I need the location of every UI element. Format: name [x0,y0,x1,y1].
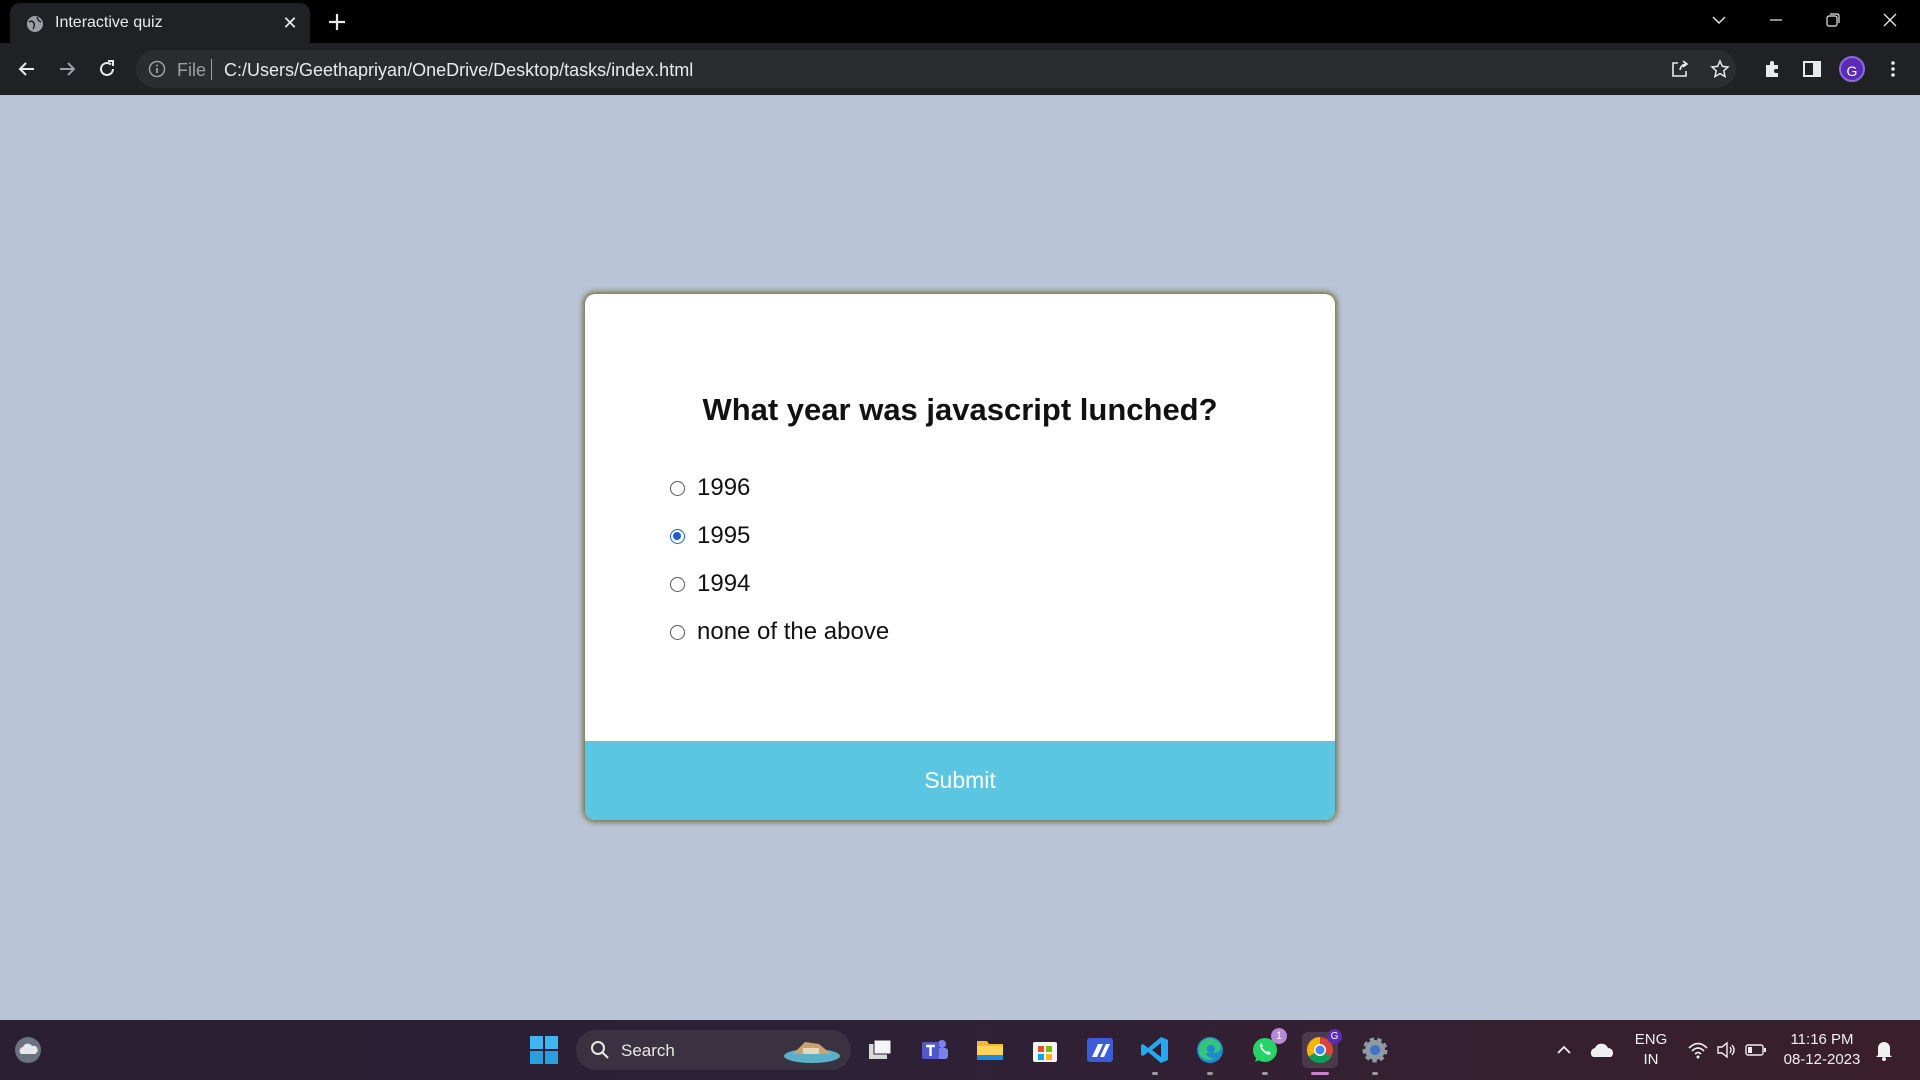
profile-badge: G [1327,1029,1342,1044]
globe-icon [27,16,43,32]
quiz-question: What year was javascript lunched? [702,392,1218,427]
notification-bell-icon[interactable] [1866,1032,1902,1068]
windows-taskbar: Search 1 G ENG IN 11:16 PM 08-12-2023 [0,1020,1920,1080]
minimize-icon[interactable] [1748,0,1804,40]
chrome-icon[interactable]: G [1302,1029,1342,1075]
radio-button[interactable] [670,624,685,640]
tab-close-icon[interactable]: ✕ [278,11,302,35]
search-highlight-image [784,1042,840,1063]
answer-list: 1996 1995 1994 none of the above [670,464,889,656]
bookmark-star-icon[interactable] [1706,55,1734,83]
restore-icon[interactable] [1805,0,1861,40]
clock-time: 11:16 PM [1790,1031,1854,1048]
browser-tab[interactable]: Interactive quiz ✕ [10,3,310,43]
onedrive-cloud-icon[interactable] [1584,1032,1620,1068]
weather-widget-icon[interactable] [10,1032,46,1068]
running-indicator [1262,1072,1268,1075]
quiz-card: What year was javascript lunched? 1996 1… [585,294,1335,820]
search-placeholder: Search [621,1041,675,1060]
power-automate-icon[interactable] [1082,1032,1118,1068]
back-arrow-icon[interactable] [13,55,41,83]
chevron-up-icon[interactable] [1546,1032,1582,1068]
answer-option-1996[interactable]: 1996 [670,464,889,512]
info-icon[interactable] [148,60,166,78]
side-panel-icon[interactable] [1798,55,1826,83]
browser-tab-strip: Interactive quiz ✕ [0,0,1920,43]
submit-button[interactable]: Submit [585,741,1335,820]
answer-label: 1996 [697,474,751,501]
running-indicator-active [1311,1072,1329,1075]
answer-option-1995[interactable]: 1995 [670,512,889,560]
url-text[interactable]: C:/Users/Geethapriyan/OneDrive/Desktop/t… [224,60,693,81]
file-explorer-icon[interactable] [972,1032,1008,1068]
radio-button-selected[interactable] [670,528,685,544]
close-window-icon[interactable] [1862,0,1918,40]
radio-button[interactable] [670,480,685,496]
language-code: ENG [1634,1031,1668,1048]
reload-icon[interactable] [93,55,121,83]
edge-icon[interactable] [1192,1032,1228,1075]
new-tab-icon[interactable] [323,8,351,36]
clock[interactable]: 11:16 PM 08-12-2023 [1782,1030,1862,1070]
notification-badge: 1 [1271,1028,1287,1044]
share-icon[interactable] [1666,55,1694,83]
forward-arrow-icon[interactable] [53,55,81,83]
tab-title: Interactive quiz [55,14,163,31]
url-scheme-label: File [177,60,207,80]
teams-icon[interactable] [917,1032,953,1068]
answer-option-none[interactable]: none of the above [670,608,889,656]
language-indicator[interactable]: ENG IN [1628,1030,1674,1070]
settings-gear-icon[interactable] [1357,1032,1393,1075]
whatsapp-icon[interactable]: 1 [1247,1028,1287,1075]
answer-label: none of the above [697,618,890,645]
running-indicator [1152,1072,1158,1075]
battery-icon[interactable] [1738,1032,1774,1068]
task-view-icon[interactable] [862,1032,898,1068]
kebab-menu-icon[interactable] [1879,55,1907,83]
answer-option-1994[interactable]: 1994 [670,560,889,608]
running-indicator [1372,1072,1378,1075]
browser-toolbar: File C:/Users/Geethapriyan/OneDrive/Desk… [0,43,1920,95]
taskbar-search[interactable]: Search [576,1030,851,1070]
tab-search-icon[interactable] [1691,0,1747,40]
radio-button[interactable] [670,576,685,592]
clock-date: 08-12-2023 [1783,1051,1861,1068]
profile-avatar[interactable]: G [1839,56,1865,82]
region-code: IN [1643,1051,1659,1068]
search-icon [591,1041,609,1059]
running-indicator [1207,1072,1213,1075]
answer-label: 1995 [697,522,751,549]
answer-label: 1994 [697,570,751,597]
microsoft-store-icon[interactable] [1027,1032,1063,1068]
url-separator [211,59,212,80]
vscode-icon[interactable] [1137,1032,1173,1075]
address-bar[interactable]: File C:/Users/Geethapriyan/OneDrive/Desk… [136,50,1736,88]
windows-start-icon[interactable] [526,1032,562,1068]
extensions-puzzle-icon[interactable] [1758,55,1786,83]
page-viewport: What year was javascript lunched? 1996 1… [0,95,1920,1020]
